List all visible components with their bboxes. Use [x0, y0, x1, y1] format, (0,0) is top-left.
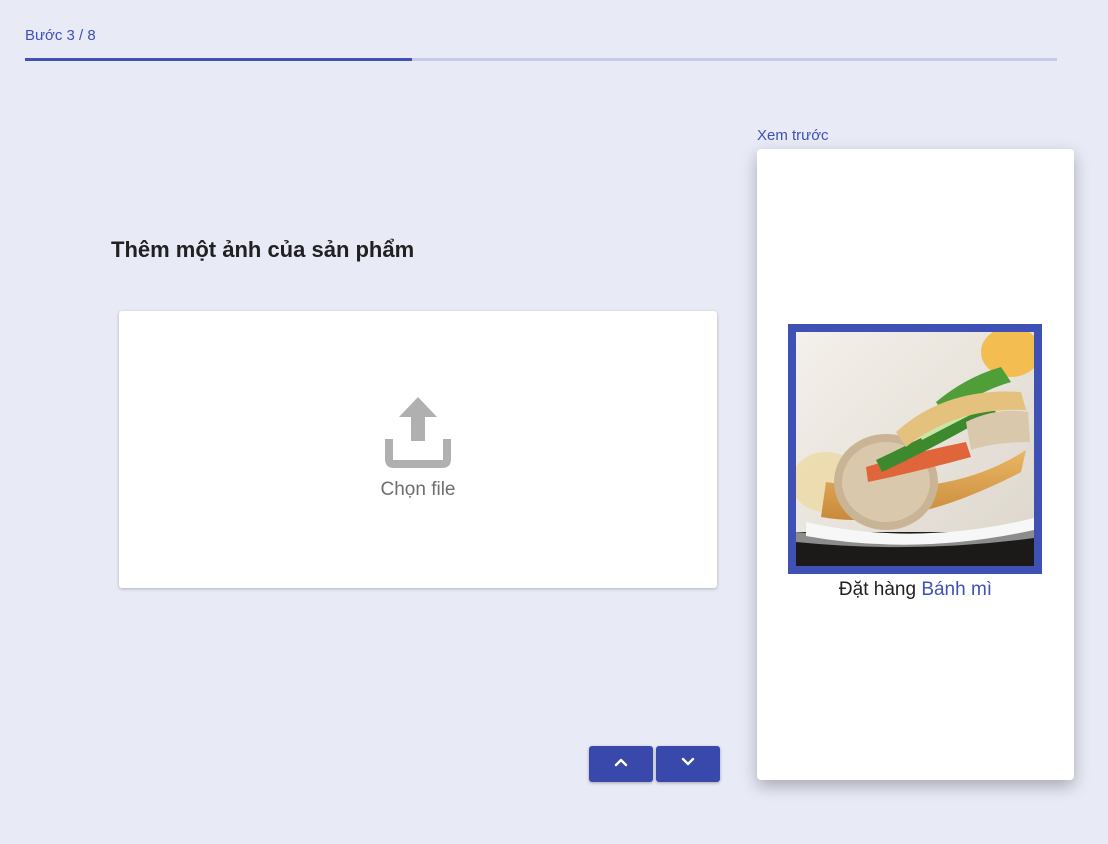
page-title: Thêm một ảnh của sản phẩm: [111, 237, 415, 262]
chevron-down-icon: [680, 754, 696, 775]
product-name: Bánh mì: [921, 579, 993, 600]
caption-prefix: Đặt hàng: [838, 579, 917, 600]
next-step-button[interactable]: [656, 746, 720, 782]
preview-caption: Đặt hàng Bánh mì: [757, 579, 1074, 601]
product-image: [788, 324, 1042, 574]
previous-step-button[interactable]: [589, 746, 653, 782]
progress-bar: [25, 58, 1057, 61]
preview-label: Xem trước: [757, 127, 829, 144]
step-indicator: Bước 3 / 8: [25, 27, 96, 44]
file-upload-dropzone[interactable]: Chọn file: [119, 311, 717, 588]
chevron-up-icon: [613, 754, 629, 775]
preview-panel: Đặt hàng Bánh mì: [757, 149, 1074, 780]
choose-file-label: Chọn file: [380, 479, 456, 500]
upload-icon: [381, 397, 455, 471]
progress-bar-fill: [25, 58, 412, 61]
